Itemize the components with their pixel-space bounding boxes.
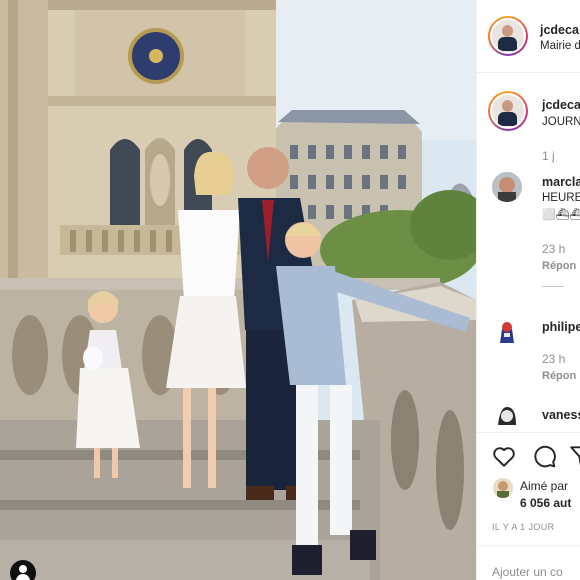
comment-username[interactable]: marcla: [542, 175, 580, 189]
header-divider: [476, 72, 580, 73]
comment-text-line: HEURE: [542, 192, 580, 204]
actions-divider: [476, 432, 580, 433]
view-replies-line[interactable]: [542, 286, 564, 287]
author-avatar[interactable]: [488, 16, 528, 56]
comment-time: 23 h: [542, 242, 566, 256]
comment-icon[interactable]: [531, 443, 557, 469]
caption-avatar[interactable]: [488, 91, 528, 131]
liker-avatar[interactable]: [493, 478, 513, 498]
post-location[interactable]: Mairie d: [540, 40, 580, 52]
comment-username[interactable]: vaness: [542, 408, 580, 422]
header-username[interactable]: jcdeca: [540, 23, 579, 37]
heart-icon[interactable]: [491, 443, 517, 469]
post-time-ago[interactable]: IL Y A 1 JOUR: [492, 522, 555, 532]
photo-scene: [0, 0, 476, 580]
comment-input-divider: [476, 545, 580, 546]
caption-text: JOURN: [542, 116, 580, 128]
likes-count[interactable]: 6 056 aut: [520, 496, 571, 510]
comment-time: 23 h: [542, 352, 566, 366]
share-icon[interactable]: [568, 443, 580, 469]
caption-time: 1 j: [542, 149, 555, 163]
comment-text-line: ⬜⛴⛴⛴: [542, 209, 580, 221]
reply-button[interactable]: Répon: [542, 260, 576, 272]
liked-by-text[interactable]: Aimé par: [520, 479, 568, 493]
add-comment-input[interactable]: Ajouter un co: [492, 565, 563, 579]
comment-avatar[interactable]: [492, 172, 522, 202]
post-side-panel: [476, 0, 580, 580]
comment-username[interactable]: philipe: [542, 320, 580, 334]
caption-username[interactable]: jcdeca: [542, 98, 580, 112]
reply-button[interactable]: Répon: [542, 370, 576, 382]
post-photo[interactable]: [0, 0, 476, 580]
comment-avatar[interactable]: [492, 401, 522, 431]
user-icon[interactable]: [10, 560, 36, 580]
comment-avatar[interactable]: [492, 317, 522, 347]
